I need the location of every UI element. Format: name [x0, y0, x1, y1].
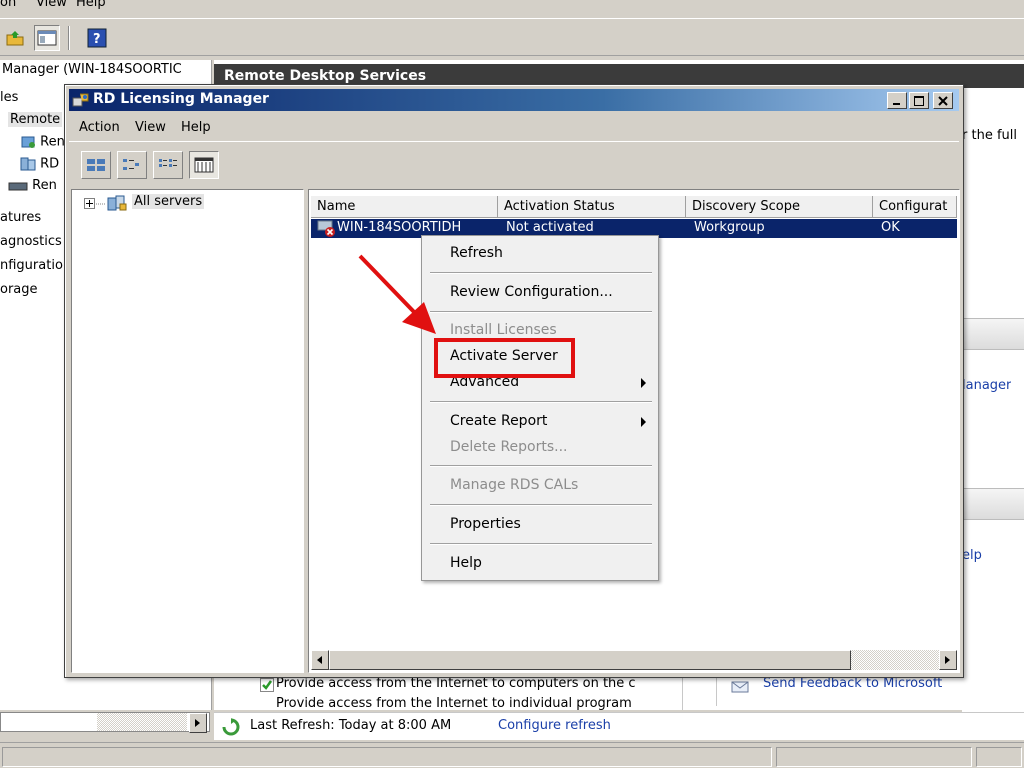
- menu-action[interactable]: on: [0, 0, 16, 10]
- cell-discovery-scope: Workgroup: [694, 220, 765, 235]
- up-folder-icon[interactable]: [2, 25, 28, 51]
- actions-section-band: [962, 488, 1024, 520]
- tree-diagnostics[interactable]: agnostics: [0, 234, 62, 249]
- cell-configuration: OK: [881, 220, 900, 235]
- menu-item-review-configuration[interactable]: Review Configuration...: [450, 284, 613, 300]
- large-icons-view-icon[interactable]: [81, 151, 111, 179]
- scroll-thumb[interactable]: [329, 650, 851, 670]
- menu-action[interactable]: Action: [79, 120, 120, 135]
- menu-help[interactable]: Help: [76, 0, 106, 10]
- cell-name: WIN-184SOORTIDH: [337, 220, 462, 235]
- actions-section-band: [962, 318, 1024, 350]
- configure-refresh-link[interactable]: Configure refresh: [498, 718, 611, 733]
- context-menu: Refresh Review Configuration... Install …: [421, 235, 659, 581]
- maximize-icon[interactable]: [909, 92, 929, 109]
- manager-link[interactable]: lanager: [962, 378, 1011, 393]
- actions-pane: r the full lanager elp: [962, 88, 1024, 718]
- server-manager-toolbar: ?: [0, 18, 1024, 56]
- tree-horizontal-scrollbar[interactable]: [0, 712, 210, 733]
- scroll-right-arrow-icon[interactable]: [939, 650, 957, 670]
- actions-text: r the full: [962, 128, 1017, 143]
- role-desc-1: Provide access from the Internet to comp…: [276, 676, 636, 691]
- expand-icon[interactable]: [84, 198, 95, 209]
- tree-remote-desktop-services[interactable]: Remote: [8, 112, 63, 127]
- menu-view[interactable]: View: [135, 120, 166, 135]
- list-horizontal-scrollbar[interactable]: [311, 650, 957, 670]
- server-manager-menubar: on View Help: [0, 0, 1024, 18]
- tree-features[interactable]: atures: [0, 210, 41, 225]
- scroll-left-arrow-icon[interactable]: [311, 650, 329, 670]
- gateway-icon: [8, 182, 28, 190]
- help-icon[interactable]: ?: [84, 25, 110, 51]
- menu-item-properties[interactable]: Properties: [450, 516, 521, 532]
- send-feedback-link[interactable]: Send Feedback to Microsoft: [763, 676, 942, 691]
- role-desc-2: Provide access from the Internet to indi…: [276, 696, 632, 710]
- tree-roles[interactable]: les: [0, 90, 18, 105]
- details-view-icon[interactable]: [189, 151, 219, 179]
- tree-item-rd[interactable]: RD: [20, 156, 59, 172]
- server-error-icon: [317, 220, 335, 237]
- status-bar: [0, 742, 1024, 768]
- annotation-arrow-icon: [358, 254, 436, 334]
- tree-configuration[interactable]: nfiguratio: [0, 258, 63, 273]
- highlight-box: [434, 338, 575, 378]
- menu-item-help[interactable]: Help: [450, 555, 482, 571]
- tree-item-rem-1[interactable]: Ren: [20, 134, 65, 150]
- last-refresh-bar: Last Refresh: Today at 8:00 AM Configure…: [214, 712, 1024, 740]
- svg-text:?: ?: [93, 32, 101, 47]
- tree-root-server-manager[interactable]: Manager (WIN-184SOORTIC: [2, 62, 182, 77]
- rdlm-toolbar: [69, 141, 959, 187]
- check-icon: [260, 678, 274, 692]
- scroll-right-arrow-icon[interactable]: [189, 713, 207, 733]
- window-title-bar[interactable]: RD Licensing Manager: [69, 89, 959, 111]
- last-refresh-text: Last Refresh: Today at 8:00 AM: [250, 718, 452, 733]
- help-link[interactable]: elp: [962, 548, 982, 563]
- column-header-activation-status[interactable]: Activation Status: [498, 196, 686, 218]
- cell-activation-status: Not activated: [506, 220, 594, 235]
- menu-item-install-licenses: Install Licenses: [450, 322, 557, 338]
- servers-icon: [107, 195, 127, 211]
- servers-icon: [20, 157, 36, 171]
- submenu-arrow-icon: [641, 417, 646, 427]
- menu-item-delete-reports: Delete Reports...: [450, 439, 568, 455]
- small-icons-view-icon[interactable]: [117, 151, 147, 179]
- column-header-discovery-scope[interactable]: Discovery Scope: [686, 196, 873, 218]
- column-header-name[interactable]: Name: [311, 196, 498, 218]
- minimize-icon[interactable]: [887, 92, 907, 109]
- show-hide-console-tree-icon[interactable]: [34, 25, 60, 51]
- close-icon[interactable]: [933, 92, 953, 109]
- menu-help[interactable]: Help: [181, 120, 211, 135]
- tree-item-rem-2[interactable]: Ren: [8, 178, 57, 193]
- email-icon: [731, 681, 749, 693]
- server-icon: [21, 136, 35, 148]
- rdlm-menubar: Action View Help: [69, 115, 959, 139]
- licensing-tree: All servers: [71, 189, 304, 673]
- menu-view[interactable]: View: [36, 0, 67, 10]
- list-view-icon[interactable]: [153, 151, 183, 179]
- licensing-manager-icon: [72, 93, 89, 107]
- menu-item-refresh[interactable]: Refresh: [450, 245, 503, 261]
- window-title: RD Licensing Manager: [93, 91, 269, 107]
- tree-all-servers[interactable]: All servers: [132, 194, 205, 209]
- menu-item-manage-rds-cals: Manage RDS CALs: [450, 477, 579, 493]
- submenu-arrow-icon: [641, 378, 646, 388]
- refresh-icon: [222, 718, 240, 736]
- menu-item-create-report[interactable]: Create Report: [450, 413, 547, 429]
- tree-storage[interactable]: orage: [0, 282, 38, 297]
- column-header-configuration[interactable]: Configurat: [873, 196, 957, 218]
